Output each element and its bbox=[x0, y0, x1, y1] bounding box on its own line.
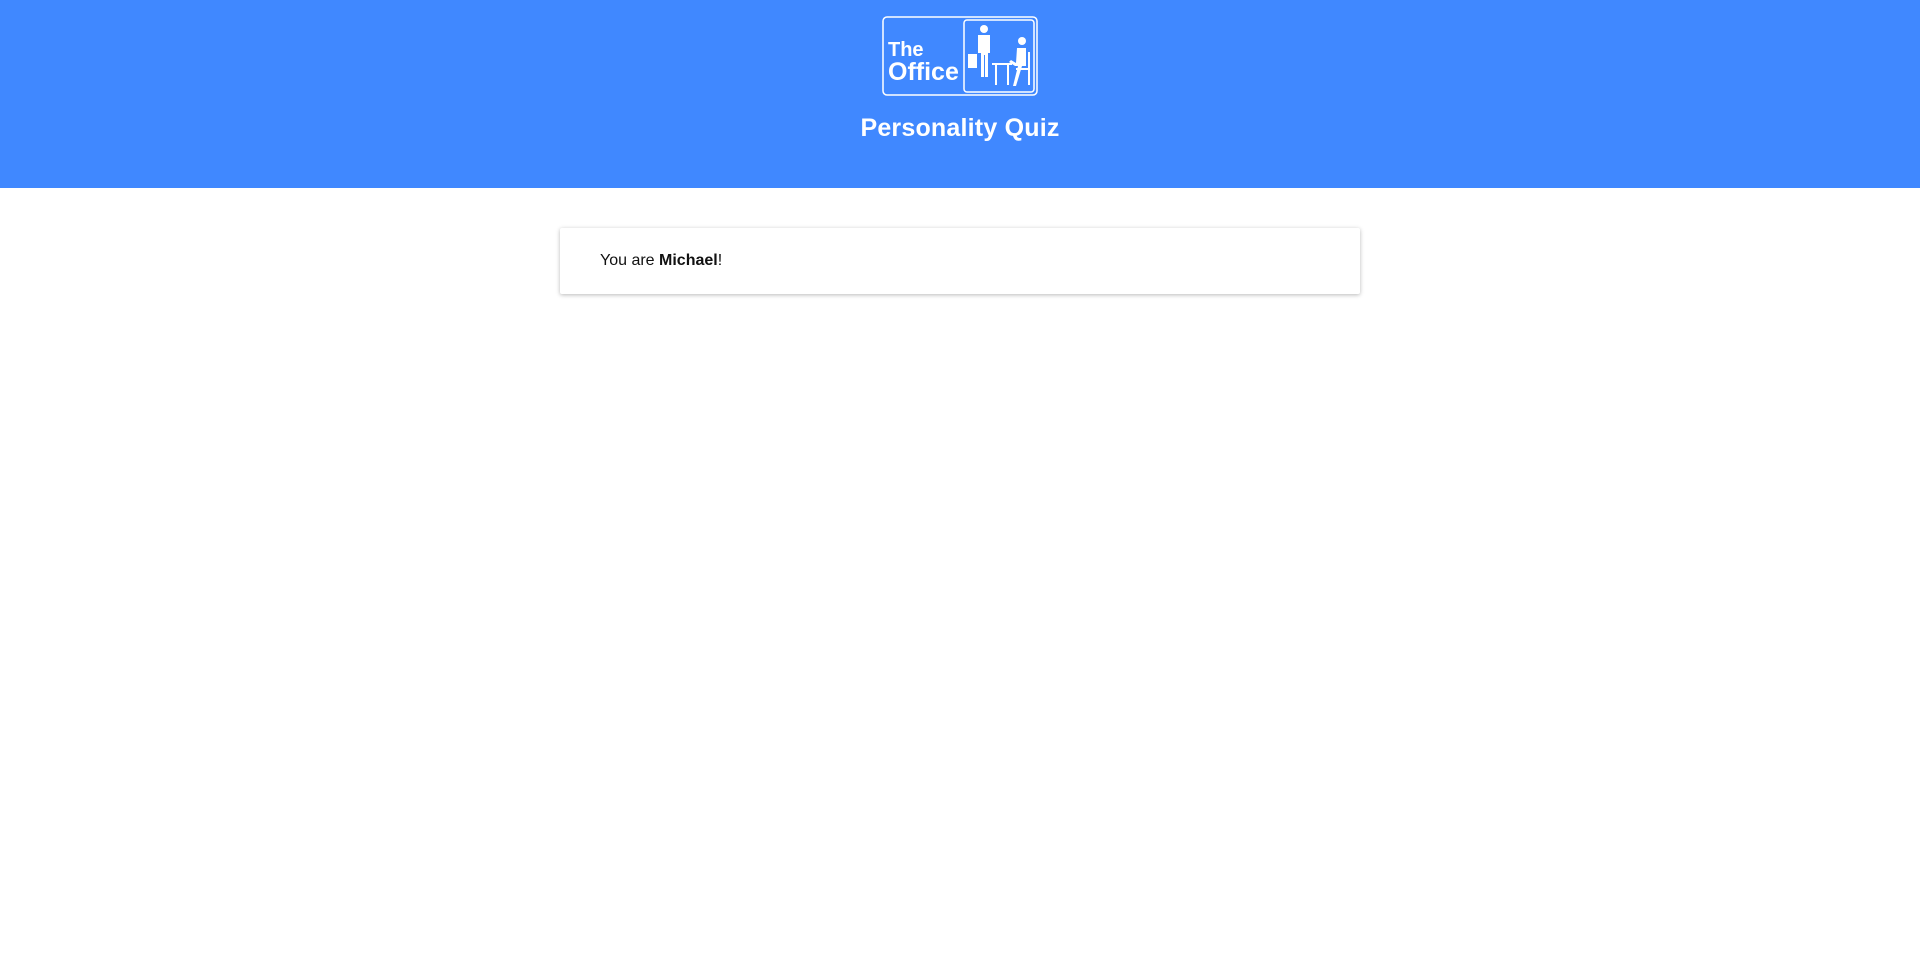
the-office-logo-icon: The Office bbox=[882, 16, 1038, 96]
header-banner: The Office Personality Quiz bbox=[0, 0, 1920, 188]
logo-text-office: Office bbox=[888, 58, 959, 86]
result-text: You are Michael! bbox=[600, 252, 722, 270]
result-character-name: Michael bbox=[659, 252, 718, 269]
result-card: You are Michael! bbox=[560, 228, 1360, 294]
result-prefix: You are bbox=[600, 252, 660, 269]
page-title: Personality Quiz bbox=[860, 114, 1060, 142]
result-suffix: ! bbox=[717, 252, 723, 269]
